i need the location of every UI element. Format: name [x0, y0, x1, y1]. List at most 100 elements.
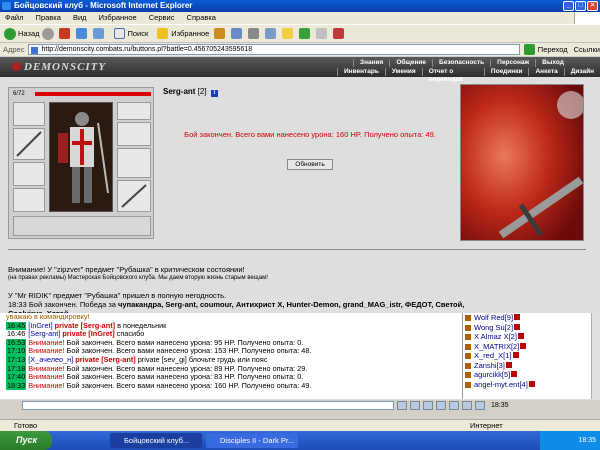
user-list-item[interactable]: Wolf Red[9]: [463, 313, 600, 323]
stop-icon[interactable]: [58, 28, 70, 39]
character-panel: 6/72: [8, 87, 154, 239]
user-info-icon[interactable]: [505, 361, 512, 368]
private-icon[interactable]: [462, 401, 472, 410]
search-button[interactable]: Поиск: [111, 28, 148, 39]
boots-belt-row[interactable]: [13, 216, 151, 236]
user-list-item[interactable]: angel-myt.ent[4]: [463, 380, 600, 390]
rings-slot[interactable]: [117, 148, 151, 178]
nav-character[interactable]: Персонаж: [490, 59, 535, 67]
menu-help[interactable]: Справка: [187, 13, 216, 22]
standard-toolbar: Назад Поиск Избранное: [0, 24, 600, 42]
links-button[interactable]: Ссылки: [574, 45, 600, 54]
nav-exit[interactable]: Выход: [535, 59, 570, 67]
user-info-icon[interactable]: [511, 371, 518, 377]
user-info-icon[interactable]: [512, 352, 519, 358]
menu-favorites[interactable]: Избранное: [99, 13, 137, 22]
nav-transfers[interactable]: Отчет о переводах: [421, 68, 484, 83]
opponent-name[interactable]: Serg-ant [2] i: [163, 87, 218, 97]
home-icon[interactable]: [92, 28, 104, 39]
folder-icon[interactable]: [282, 28, 294, 39]
windows-logo-icon: [574, 12, 600, 24]
opponent-image: [460, 84, 584, 241]
site-logo[interactable]: DEMONSCITY: [12, 61, 106, 73]
user-list-item[interactable]: X_MATRIX[2]: [463, 342, 600, 352]
nav-profile[interactable]: Анкета: [528, 68, 563, 76]
nav-communication[interactable]: Общение: [389, 59, 432, 67]
send-icon[interactable]: [397, 401, 407, 410]
hp-bar: 6/72: [13, 91, 151, 97]
chat-message-input[interactable]: [22, 401, 394, 410]
gloves-slot[interactable]: [117, 122, 151, 146]
nav-security[interactable]: Безопасность: [432, 59, 490, 67]
maximize-button[interactable]: □: [575, 1, 586, 11]
close-button[interactable]: ×: [587, 1, 598, 11]
item-warning: Внимание! У "zipzver" предмет "Рубашка" …: [8, 265, 245, 274]
helmet-slot[interactable]: [13, 102, 45, 126]
favorites-button[interactable]: Избранное: [154, 28, 209, 39]
nav-skills[interactable]: Умения: [384, 68, 422, 76]
user-name: Wolf Red[9]: [474, 313, 514, 322]
page-content: DEMONSCITY Знания Общение Безопасность П…: [0, 57, 600, 402]
task-combats[interactable]: Бойцовский клуб...: [110, 433, 202, 448]
user-info-icon[interactable]: [514, 314, 521, 320]
back-button[interactable]: Назад: [4, 27, 40, 40]
address-label: Адрес: [3, 45, 25, 54]
media-icon[interactable]: [333, 28, 345, 39]
logo-emblem-icon: [12, 62, 21, 71]
window-title-bar[interactable]: Бойцовский клуб - Microsoft Internet Exp…: [0, 0, 600, 12]
armor-slot[interactable]: [13, 162, 45, 186]
user-list-item[interactable]: Zanshi[3]: [463, 361, 600, 371]
address-input[interactable]: http://demonscity.combats.ru/buttons.pl?…: [28, 44, 520, 55]
tool-icon[interactable]: [316, 28, 328, 39]
nav-top: Знания Общение Безопасность Персонаж Вых…: [353, 59, 570, 67]
user-info-icon[interactable]: [528, 380, 535, 387]
minimize-button[interactable]: _: [563, 1, 574, 11]
nav-fights[interactable]: Поединки: [483, 68, 529, 76]
options-icon[interactable]: [475, 401, 485, 410]
print-icon[interactable]: [248, 28, 260, 39]
forward-button[interactable]: [41, 27, 54, 40]
user-list-item[interactable]: X_red_X[1]: [463, 351, 600, 361]
menu-file[interactable]: Файл: [5, 13, 23, 22]
chat-log[interactable]: уважаю в командировку! 16:45 [InGret] priv…: [0, 313, 462, 399]
nav-knowledge[interactable]: Знания: [353, 59, 389, 67]
user-info-icon[interactable]: [514, 323, 521, 330]
filter-icon[interactable]: [423, 401, 433, 410]
go-button[interactable]: Переход: [538, 45, 568, 54]
nav-bottom: Инвентарь Умения Отчет о переводах Поеди…: [337, 68, 600, 83]
user-list-item[interactable]: agurcikk[5]: [463, 370, 600, 380]
user-list-scrollbar[interactable]: [591, 313, 600, 399]
task-disciples[interactable]: Disciples II - Dark Pr...: [206, 433, 298, 448]
user-list-item[interactable]: Wong Su[2]: [463, 323, 600, 333]
internet-zone-label: Интернет: [470, 421, 503, 430]
amulet-slot[interactable]: [117, 102, 151, 120]
shield-slot[interactable]: [117, 180, 151, 212]
nav-inventory[interactable]: Инвентарь: [337, 68, 385, 76]
translit-icon[interactable]: [449, 401, 459, 410]
messenger-icon[interactable]: [299, 28, 311, 39]
refresh-button[interactable]: Обновить: [287, 159, 333, 170]
address-url: http://demonscity.combats.ru/buttons.pl?…: [41, 46, 253, 53]
menu-tools[interactable]: Сервис: [149, 13, 175, 22]
mail-icon[interactable]: [231, 28, 243, 39]
start-button[interactable]: Пуск: [0, 431, 52, 450]
user-list-item[interactable]: X Almaz X[2]: [463, 332, 600, 342]
smile-icon[interactable]: [410, 401, 420, 410]
user-name: angel-myt.ent[4]: [474, 379, 528, 389]
nav-design[interactable]: Дизайн: [563, 68, 600, 76]
menu-view[interactable]: Вид: [73, 13, 87, 22]
info-icon[interactable]: i: [210, 90, 218, 97]
clear-icon[interactable]: [436, 401, 446, 410]
go-arrow-icon[interactable]: [523, 44, 535, 55]
edit-icon[interactable]: [265, 28, 277, 39]
history-icon[interactable]: [214, 28, 226, 39]
user-info-icon[interactable]: [520, 342, 527, 349]
character-portrait[interactable]: [49, 102, 113, 212]
user-info-icon[interactable]: [517, 333, 524, 339]
refresh-icon[interactable]: [75, 28, 87, 39]
weapon-slot[interactable]: [13, 128, 45, 160]
menu-edit[interactable]: Правка: [36, 13, 61, 22]
belt-slot[interactable]: [13, 188, 45, 212]
chat-timestamp[interactable]: 18:33: [6, 381, 27, 391]
online-users-list: Wolf Red[9] Wong Su[2] X Almaz X[2] X_MATRI…: [462, 313, 600, 399]
